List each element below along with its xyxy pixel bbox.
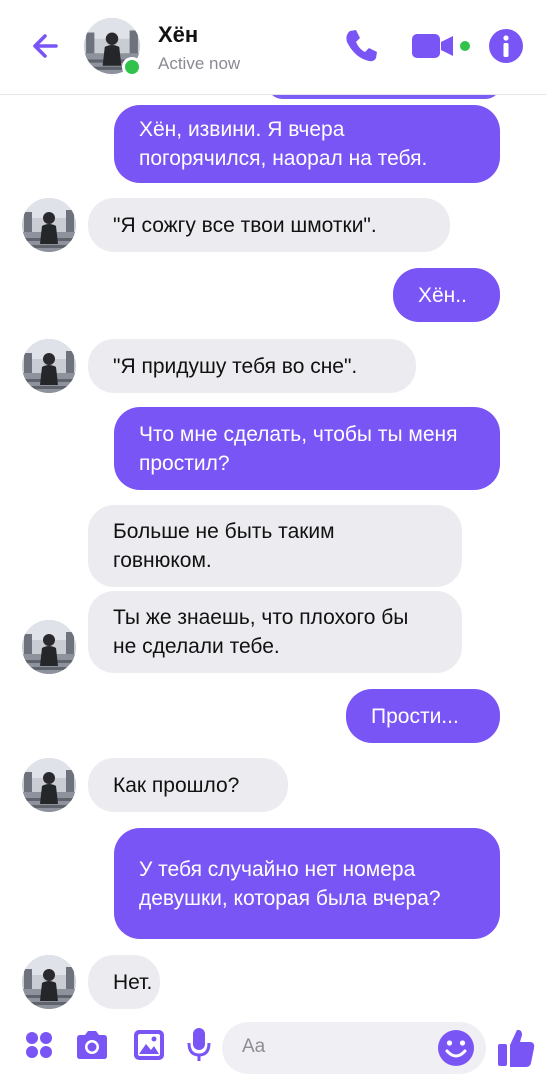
message-bubble-incoming[interactable]: Ты же знаешь, что плохого бы не сделали … <box>88 591 462 673</box>
microphone-icon[interactable] <box>186 1026 212 1064</box>
message-input[interactable]: Aa <box>222 1022 486 1074</box>
contact-avatar <box>22 339 76 393</box>
active-status: Active now <box>158 54 241 73</box>
message-bubble-incoming[interactable]: Как прошло? <box>88 758 288 812</box>
message-bubble-incoming[interactable]: Больше не быть таким говнюком. <box>88 505 462 587</box>
contact-avatar <box>22 758 76 812</box>
message-bubble-outgoing[interactable]: У тебя случайно нет номера девушки, кото… <box>114 828 500 939</box>
message-input-placeholder: Aa <box>242 1036 266 1057</box>
message-bubble-incoming[interactable]: Нет. <box>88 955 160 1009</box>
phone-icon[interactable] <box>341 26 381 66</box>
back-arrow-icon[interactable] <box>26 26 66 66</box>
thumbs-up-icon[interactable] <box>496 1026 536 1070</box>
message-bubble-incoming[interactable]: "Я сожгу все твои шмотки". <box>88 198 450 252</box>
message-bubble-outgoing[interactable]: Хён.. <box>393 268 500 322</box>
message-bubble-outgoing[interactable]: Хён, извини. Я вчера погорячился, наорал… <box>114 105 500 183</box>
message-composer: Aa <box>0 1018 546 1080</box>
contact-avatar <box>22 955 76 1009</box>
message-bubble-outgoing[interactable]: Прости... <box>346 689 500 743</box>
emoji-icon[interactable] <box>436 1028 476 1068</box>
message-bubble-outgoing[interactable]: Что мне сделать, чтобы ты меня простил? <box>114 407 500 490</box>
contact-name[interactable]: Хён <box>158 22 198 48</box>
previous-message-bubble <box>268 95 500 99</box>
video-camera-icon[interactable] <box>410 30 474 62</box>
conversation-header: Хён Active now <box>0 0 546 95</box>
contact-avatar <box>22 620 76 674</box>
camera-icon[interactable] <box>74 1028 110 1062</box>
image-icon[interactable] <box>132 1028 166 1062</box>
message-bubble-incoming[interactable]: "Я придушу тебя во сне". <box>88 339 416 393</box>
apps-dots-icon[interactable] <box>24 1030 54 1060</box>
info-icon[interactable] <box>487 27 525 65</box>
message-thread[interactable]: Хён, извини. Я вчера погорячился, наорал… <box>0 95 546 1020</box>
online-status-indicator <box>122 57 142 77</box>
contact-avatar <box>22 198 76 252</box>
